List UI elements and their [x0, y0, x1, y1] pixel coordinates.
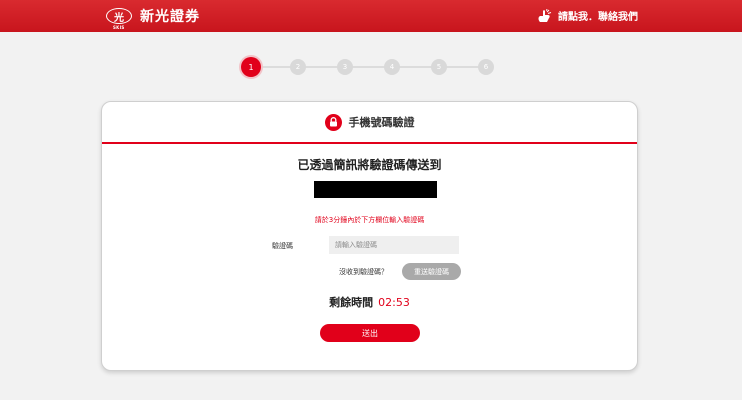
brand-logo[interactable]: 光 SKIS 新光證券	[106, 6, 200, 30]
brand-name: 新光證券	[140, 9, 200, 25]
progress-steps: 1 2 3 4 5 6	[241, 57, 500, 77]
code-label: 驗證碼	[272, 242, 293, 250]
contact-us-link[interactable]: 請點我．聯絡我們	[537, 8, 638, 23]
time-limit-note: 請於3分鐘內於下方欄位輸入驗證碼	[314, 216, 425, 224]
step-6: 6	[478, 59, 494, 75]
header-bar: 光 SKIS 新光證券 請點我．聯絡我們	[0, 0, 742, 32]
sms-sent-message: 已透過簡訊將驗證碼傳送到	[297, 158, 442, 172]
resend-code-button[interactable]: 重送驗證碼	[402, 263, 461, 280]
countdown-timer: 剩餘時間 02:53	[102, 294, 637, 310]
card-title: 手機號碼驗證	[348, 116, 415, 129]
step-1: 1	[241, 57, 261, 77]
lock-icon	[324, 113, 342, 131]
contact-us-label: 請點我．聯絡我們	[558, 12, 638, 23]
verification-card: 手機號碼驗證 已透過簡訊將驗證碼傳送到 請於3分鐘內於下方欄位輸入驗證碼 驗證碼…	[101, 101, 638, 371]
timer-label: 剩餘時間	[329, 296, 374, 309]
logo-sub-text: SKIS	[113, 25, 125, 30]
no-code-text: 沒收到驗證碼？	[339, 268, 388, 276]
step-5: 5	[431, 59, 447, 75]
step-3: 3	[337, 59, 353, 75]
step-4: 4	[384, 59, 400, 75]
card-header: 手機號碼驗證	[102, 102, 637, 144]
verification-code-input[interactable]	[329, 236, 459, 254]
timer-value: 02:53	[378, 296, 410, 309]
hand-pointer-icon	[538, 8, 552, 22]
step-2: 2	[290, 59, 306, 75]
logo-mark-glyph: 光	[114, 12, 124, 24]
submit-button[interactable]: 送出	[320, 324, 420, 342]
logo-mark-icon: 光 SKIS	[106, 8, 132, 30]
masked-phone-number	[314, 181, 437, 198]
steps-connector	[251, 66, 490, 68]
